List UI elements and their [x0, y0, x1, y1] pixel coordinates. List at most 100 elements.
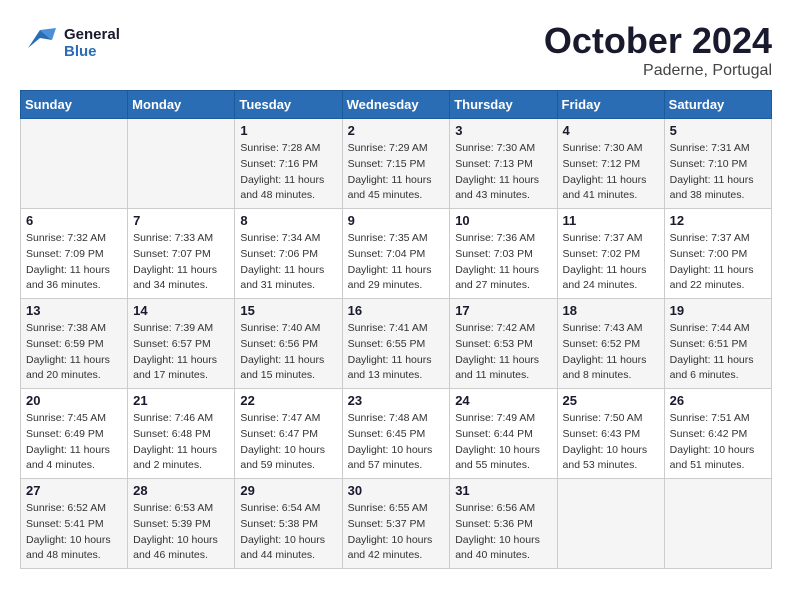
sunrise-text: Sunrise: 7:46 AM — [133, 411, 229, 427]
calendar-cell — [557, 479, 664, 569]
calendar-cell — [128, 119, 235, 209]
sunrise-text: Sunrise: 7:40 AM — [240, 321, 336, 337]
calendar-cell: 5Sunrise: 7:31 AMSunset: 7:10 PMDaylight… — [664, 119, 771, 209]
day-number: 5 — [670, 123, 766, 138]
sunrise-text: Sunrise: 7:29 AM — [348, 141, 445, 157]
day-info: Sunrise: 7:35 AMSunset: 7:04 PMDaylight:… — [348, 231, 445, 294]
sunset-text: Sunset: 6:56 PM — [240, 337, 336, 353]
sunrise-text: Sunrise: 7:34 AM — [240, 231, 336, 247]
calendar-week-4: 20Sunrise: 7:45 AMSunset: 6:49 PMDayligh… — [21, 389, 772, 479]
day-number: 21 — [133, 393, 229, 408]
day-number: 23 — [348, 393, 445, 408]
day-info: Sunrise: 6:52 AMSunset: 5:41 PMDaylight:… — [26, 501, 122, 564]
day-number: 15 — [240, 303, 336, 318]
calendar-week-2: 6Sunrise: 7:32 AMSunset: 7:09 PMDaylight… — [21, 209, 772, 299]
day-info: Sunrise: 6:54 AMSunset: 5:38 PMDaylight:… — [240, 501, 336, 564]
calendar-cell: 28Sunrise: 6:53 AMSunset: 5:39 PMDayligh… — [128, 479, 235, 569]
day-info: Sunrise: 7:51 AMSunset: 6:42 PMDaylight:… — [670, 411, 766, 474]
sunset-text: Sunset: 7:07 PM — [133, 247, 229, 263]
sunrise-text: Sunrise: 7:39 AM — [133, 321, 229, 337]
sunset-text: Sunset: 6:48 PM — [133, 427, 229, 443]
sunrise-text: Sunrise: 7:28 AM — [240, 141, 336, 157]
sunset-text: Sunset: 7:06 PM — [240, 247, 336, 263]
calendar-week-5: 27Sunrise: 6:52 AMSunset: 5:41 PMDayligh… — [21, 479, 772, 569]
day-info: Sunrise: 7:40 AMSunset: 6:56 PMDaylight:… — [240, 321, 336, 384]
sunrise-text: Sunrise: 6:55 AM — [348, 501, 445, 517]
weekday-header-sunday: Sunday — [21, 91, 128, 119]
calendar-header: SundayMondayTuesdayWednesdayThursdayFrid… — [21, 91, 772, 119]
day-info: Sunrise: 7:37 AMSunset: 7:00 PMDaylight:… — [670, 231, 766, 294]
day-info: Sunrise: 7:32 AMSunset: 7:09 PMDaylight:… — [26, 231, 122, 294]
day-info: Sunrise: 7:48 AMSunset: 6:45 PMDaylight:… — [348, 411, 445, 474]
calendar-cell: 16 Sunrise: 7:41 AMSunset: 6:55 PMDayligh… — [342, 299, 450, 389]
sunset-text: Sunset: 7:03 PM — [455, 247, 551, 263]
calendar-body: 1Sunrise: 7:28 AMSunset: 7:16 PMDaylight… — [21, 119, 772, 569]
sunset-text: Sunset: 6:53 PM — [455, 337, 551, 353]
daylight-text: Daylight: 10 hours and 48 minutes. — [26, 533, 122, 565]
day-info: Sunrise: 7:46 AMSunset: 6:48 PMDaylight:… — [133, 411, 229, 474]
calendar-cell: 18 Sunrise: 7:43 AMSunset: 6:52 PMDayligh… — [557, 299, 664, 389]
daylight-text: Daylight: 10 hours and 59 minutes. — [240, 443, 336, 475]
daylight-text: Daylight: 11 hours and 24 minutes. — [563, 263, 659, 295]
sunset-text: Sunset: 6:55 PM — [348, 337, 445, 353]
day-info: Sunrise: 7:43 AMSunset: 6:52 PMDaylight:… — [563, 321, 659, 384]
day-number: 28 — [133, 483, 229, 498]
sunset-text: Sunset: 6:43 PM — [563, 427, 659, 443]
calendar-cell: 20 Sunrise: 7:45 AMSunset: 6:49 PMDayligh… — [21, 389, 128, 479]
sunset-text: Sunset: 7:10 PM — [670, 157, 766, 173]
daylight-text: Daylight: 11 hours and 13 minutes. — [348, 353, 445, 385]
weekday-header-monday: Monday — [128, 91, 235, 119]
calendar-cell — [664, 479, 771, 569]
sunset-text: Sunset: 6:49 PM — [26, 427, 122, 443]
day-number: 16 — [348, 303, 445, 318]
day-number: 20 — [26, 393, 122, 408]
sunrise-text: Sunrise: 7:37 AM — [563, 231, 659, 247]
day-number: 14 — [133, 303, 229, 318]
day-info: Sunrise: 7:44 AMSunset: 6:51 PMDaylight:… — [670, 321, 766, 384]
sunrise-text: Sunrise: 7:31 AM — [670, 141, 766, 157]
sunset-text: Sunset: 7:00 PM — [670, 247, 766, 263]
day-info: Sunrise: 7:28 AMSunset: 7:16 PMDaylight:… — [240, 141, 336, 204]
daylight-text: Daylight: 10 hours and 53 minutes. — [563, 443, 659, 475]
calendar-cell: 9Sunrise: 7:35 AMSunset: 7:04 PMDaylight… — [342, 209, 450, 299]
daylight-text: Daylight: 11 hours and 48 minutes. — [240, 173, 336, 205]
daylight-text: Daylight: 11 hours and 34 minutes. — [133, 263, 229, 295]
day-number: 12 — [670, 213, 766, 228]
calendar-cell: 14Sunrise: 7:39 AMSunset: 6:57 PMDayligh… — [128, 299, 235, 389]
sunrise-text: Sunrise: 7:38 AM — [26, 321, 122, 337]
sunrise-text: Sunrise: 7:30 AM — [455, 141, 551, 157]
daylight-text: Daylight: 11 hours and 6 minutes. — [670, 353, 766, 385]
day-number: 25 — [563, 393, 659, 408]
sunrise-text: Sunrise: 7:45 AM — [26, 411, 122, 427]
day-number: 30 — [348, 483, 445, 498]
sunrise-text: Sunrise: 7:50 AM — [563, 411, 659, 427]
calendar-table: SundayMondayTuesdayWednesdayThursdayFrid… — [20, 90, 772, 569]
day-info: Sunrise: 6:56 AMSunset: 5:36 PMDaylight:… — [455, 501, 551, 564]
sunrise-text: Sunrise: 6:56 AM — [455, 501, 551, 517]
daylight-text: Daylight: 11 hours and 41 minutes. — [563, 173, 659, 205]
day-info: Sunrise: 7:41 AMSunset: 6:55 PMDaylight:… — [348, 321, 445, 384]
calendar-cell: 11Sunrise: 7:37 AMSunset: 7:02 PMDayligh… — [557, 209, 664, 299]
sunset-text: Sunset: 6:44 PM — [455, 427, 551, 443]
daylight-text: Daylight: 10 hours and 44 minutes. — [240, 533, 336, 565]
day-number: 10 — [455, 213, 551, 228]
calendar-cell: 8Sunrise: 7:34 AMSunset: 7:06 PMDaylight… — [235, 209, 342, 299]
sunrise-text: Sunrise: 7:35 AM — [348, 231, 445, 247]
sunrise-text: Sunrise: 7:49 AM — [455, 411, 551, 427]
sunset-text: Sunset: 7:15 PM — [348, 157, 445, 173]
calendar-week-3: 13Sunrise: 7:38 AMSunset: 6:59 PMDayligh… — [21, 299, 772, 389]
day-number: 2 — [348, 123, 445, 138]
sunset-text: Sunset: 6:45 PM — [348, 427, 445, 443]
sunrise-text: Sunrise: 7:44 AM — [670, 321, 766, 337]
day-number: 24 — [455, 393, 551, 408]
weekday-header-tuesday: Tuesday — [235, 91, 342, 119]
daylight-text: Daylight: 11 hours and 43 minutes. — [455, 173, 551, 205]
day-number: 22 — [240, 393, 336, 408]
day-number: 18 — [563, 303, 659, 318]
calendar-cell: 10Sunrise: 7:36 AMSunset: 7:03 PMDayligh… — [450, 209, 557, 299]
daylight-text: Daylight: 11 hours and 20 minutes. — [26, 353, 122, 385]
calendar-cell: 13Sunrise: 7:38 AMSunset: 6:59 PMDayligh… — [21, 299, 128, 389]
sunset-text: Sunset: 5:38 PM — [240, 517, 336, 533]
day-number: 4 — [563, 123, 659, 138]
day-info: Sunrise: 7:45 AMSunset: 6:49 PMDaylight:… — [26, 411, 122, 474]
